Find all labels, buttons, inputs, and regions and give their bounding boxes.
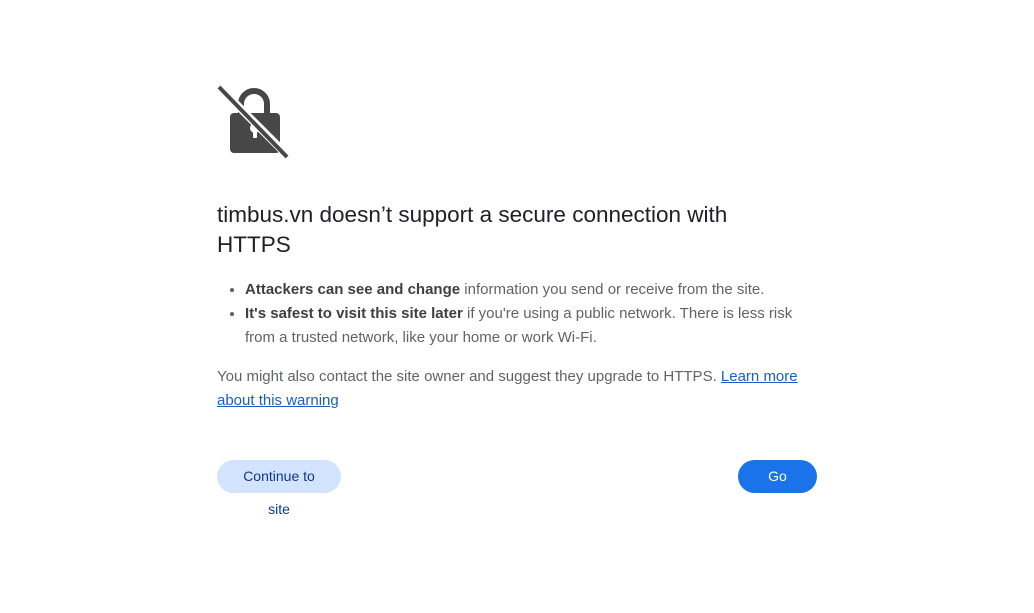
warning-list: Attackers can see and change information… — [217, 278, 817, 350]
page-title: timbus.vn doesn’t support a secure conne… — [217, 202, 728, 257]
list-item: Attackers can see and change information… — [245, 278, 817, 302]
list-item-bold: It's safest to visit this site later — [245, 305, 463, 322]
list-item-text: information you send or receive from the… — [460, 281, 765, 298]
warning-content: timbus.vn doesn’t support a secure conne… — [217, 84, 817, 413]
go-back-button[interactable]: Go back — [738, 460, 817, 517]
contact-note: You might also contact the site owner an… — [217, 365, 807, 413]
list-item: It's safest to visit this site later if … — [245, 302, 817, 350]
contact-note-text: You might also contact the site owner an… — [217, 368, 721, 385]
list-item-bold: Attackers can see and change — [245, 281, 461, 298]
not-secure-lock-icon — [217, 85, 290, 159]
interstitial-page: timbus.vn doesn’t support a secure conne… — [0, 0, 1034, 613]
continue-to-site-button[interactable]: Continue to site — [217, 460, 341, 517]
